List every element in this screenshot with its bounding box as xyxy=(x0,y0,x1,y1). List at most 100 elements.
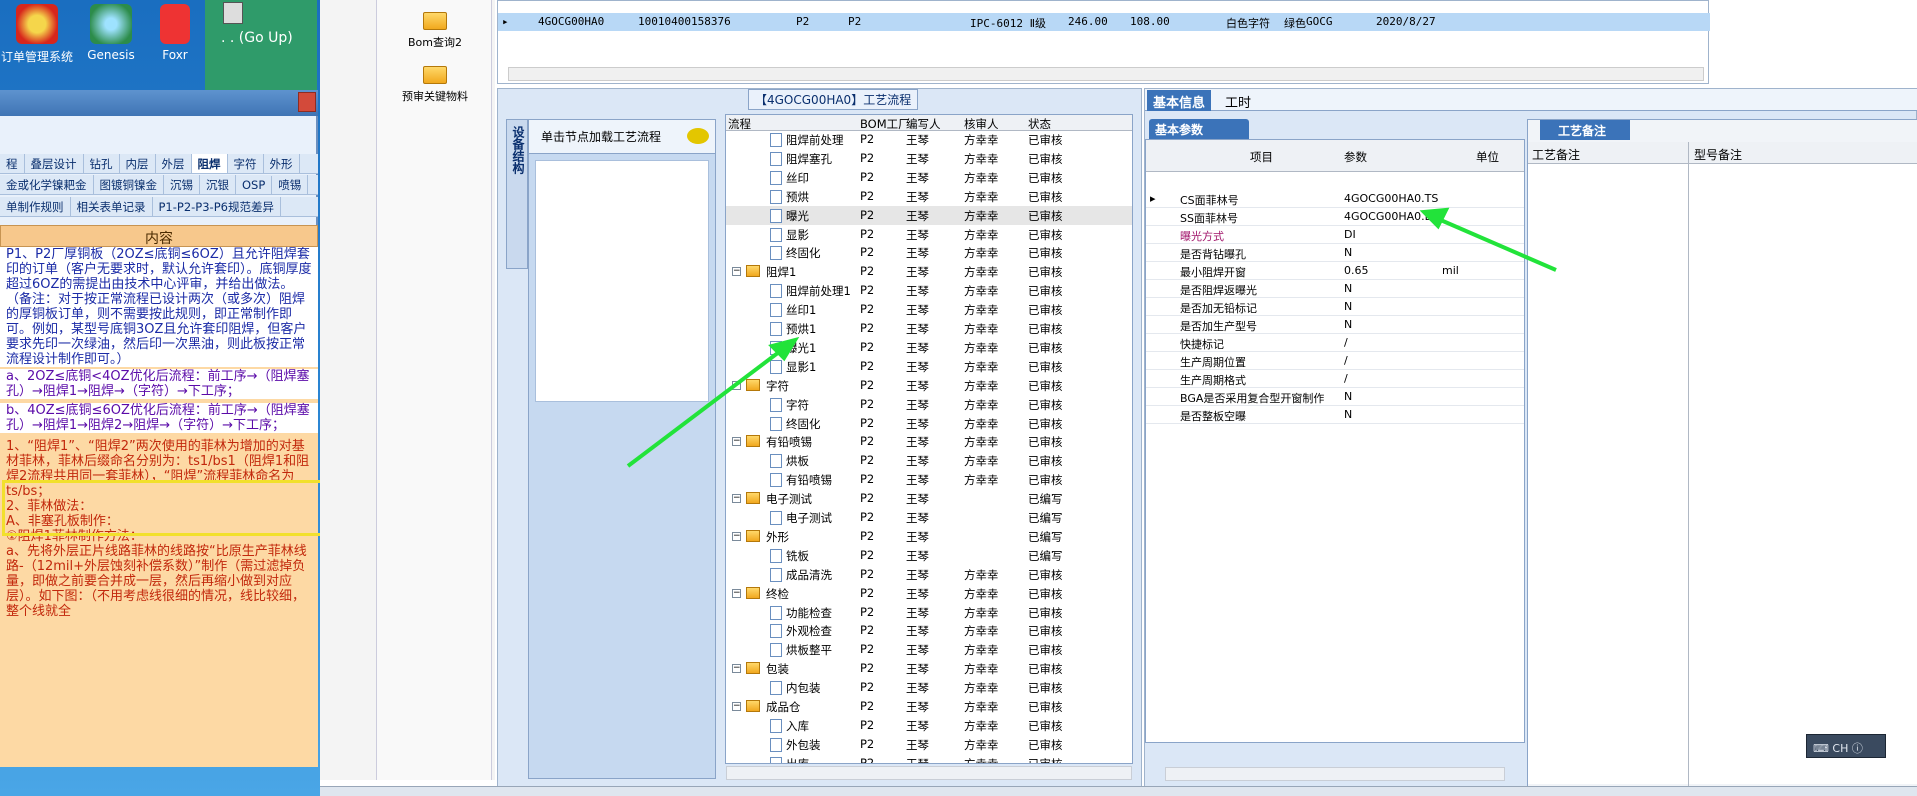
tree-row[interactable]: 预烘1 P2 王琴 方幸幸 已审核 xyxy=(726,319,1132,338)
param-row[interactable]: ▸ CS面菲林号 4GOCG00HA0.TS xyxy=(1146,190,1524,208)
param-row[interactable]: 快捷标记 / xyxy=(1146,334,1524,352)
tab[interactable]: 单制作规则 xyxy=(0,197,71,216)
tab-working-hours[interactable]: 工时 xyxy=(1219,90,1257,111)
tree-row[interactable]: 字符 P2 王琴 方幸幸 已审核 xyxy=(726,395,1132,414)
tree-row[interactable]: − 成品仓 P2 王琴 方幸幸 已审核 xyxy=(726,697,1132,716)
tab[interactable]: 金或化学镍耙金 xyxy=(0,175,94,194)
tab[interactable]: 程 xyxy=(0,154,25,173)
tree-row[interactable]: 电子测试 P2 王琴 已编写 xyxy=(726,508,1132,527)
cell: 白色字符 xyxy=(1226,17,1270,30)
desktop-icon-order-system[interactable]: 订单管理系统 xyxy=(0,0,74,72)
tab-solder-mask[interactable]: 阻焊 xyxy=(191,154,228,173)
tree-row[interactable]: 烘板整平 P2 王琴 方幸幸 已审核 xyxy=(726,640,1132,659)
tree-row[interactable]: 曝光1 P2 王琴 方幸幸 已审核 xyxy=(726,338,1132,357)
tree-row[interactable]: 阻焊前处理1 P2 王琴 方幸幸 已审核 xyxy=(726,281,1132,300)
collapse-icon[interactable]: − xyxy=(732,437,741,447)
tree-row[interactable]: 终固化 P2 王琴 方幸幸 已审核 xyxy=(726,243,1132,262)
tree-row[interactable]: 有铅喷锡 P2 王琴 方幸幸 已审核 xyxy=(726,470,1132,489)
tree-row[interactable]: − 终检 P2 王琴 方幸幸 已审核 xyxy=(726,584,1132,603)
bom-factory: P2 xyxy=(860,415,875,430)
section-basic-params[interactable]: 基本参数 xyxy=(1149,119,1249,139)
param-row[interactable]: 是否整板空曝 N xyxy=(1146,406,1524,424)
col-header[interactable]: 工艺备注 xyxy=(1532,146,1580,163)
tab[interactable]: 外形 xyxy=(264,154,300,173)
tree-row[interactable]: − 有铅喷锡 P2 王琴 方幸幸 已审核 xyxy=(726,432,1132,451)
tree-row[interactable]: 内包装 P2 王琴 方幸幸 已审核 xyxy=(726,678,1132,697)
param-row[interactable]: SS面菲林号 4GOCG00HA0.BS xyxy=(1146,208,1524,226)
collapse-icon[interactable]: − xyxy=(732,531,741,541)
tree-row[interactable]: 预烘 P2 王琴 方幸幸 已审核 xyxy=(726,187,1132,206)
close-button[interactable] xyxy=(298,92,316,112)
tree-row[interactable]: 显影 P2 王琴 方幸幸 已审核 xyxy=(726,225,1132,244)
param-row[interactable]: 是否加生产型号 N xyxy=(1146,316,1524,334)
tree-row[interactable]: − 包装 P2 王琴 方幸幸 已审核 xyxy=(726,659,1132,678)
side-link-pre-review[interactable]: 预审关键物料 xyxy=(377,66,493,104)
tree-horizontal-scrollbar[interactable] xyxy=(726,766,1132,780)
collapse-icon[interactable]: − xyxy=(732,588,741,598)
tab[interactable]: 沉锡 xyxy=(164,175,200,194)
param-row[interactable]: 最小阻焊开窗 0.65 mil xyxy=(1146,262,1524,280)
col-header[interactable]: 单位 xyxy=(1476,149,1499,165)
tab[interactable]: 图镀铜镍金 xyxy=(94,175,164,194)
param-row[interactable]: 是否背钻曝孔 N xyxy=(1146,244,1524,262)
param-row[interactable]: 生产周期格式 / xyxy=(1146,370,1524,388)
tree-row[interactable]: 出库 P2 王琴 方幸幸 已审核 xyxy=(726,754,1132,763)
tree-row[interactable]: 显影1 P2 王琴 方幸幸 已审核 xyxy=(726,357,1132,376)
tree-row[interactable]: 外观检查 P2 王琴 方幸幸 已审核 xyxy=(726,621,1132,640)
tree-row[interactable]: 阻焊塞孔 P2 王琴 方幸幸 已审核 xyxy=(726,149,1132,168)
tab-basic-info[interactable]: 基本信息 xyxy=(1147,90,1212,111)
desktop-icon-foxit[interactable]: Foxr xyxy=(150,0,200,72)
tree-row[interactable]: 入库 P2 王琴 方幸幸 已审核 xyxy=(726,716,1132,735)
ime-language-bar[interactable]: ⌨ CH ⓘ xyxy=(1806,734,1886,758)
tab[interactable]: 相关表单记录 xyxy=(71,197,153,216)
tree-row[interactable]: 外包装 P2 王琴 方幸幸 已审核 xyxy=(726,735,1132,754)
tree-row[interactable]: 终固化 P2 王琴 方幸幸 已审核 xyxy=(726,414,1132,433)
tree-row[interactable]: − 电子测试 P2 王琴 已编写 xyxy=(726,489,1132,508)
param-row[interactable]: 曝光方式 DI xyxy=(1146,226,1524,244)
tab[interactable]: 内层 xyxy=(120,154,156,173)
tree-row[interactable]: 成品清洗 P2 王琴 方幸幸 已审核 xyxy=(726,565,1132,584)
tab[interactable]: OSP xyxy=(236,176,273,194)
tree-row[interactable]: − 字符 P2 王琴 方幸幸 已审核 xyxy=(726,376,1132,395)
window-titlebar[interactable] xyxy=(0,90,318,116)
param-row[interactable]: 是否阻焊返曝光 N xyxy=(1146,280,1524,298)
craft-notes-body[interactable] xyxy=(1528,164,1917,784)
collapse-icon[interactable]: − xyxy=(732,494,741,504)
collapse-icon[interactable]: − xyxy=(732,267,741,277)
param-row[interactable]: 是否加无铅标记 N xyxy=(1146,298,1524,316)
collapse-icon[interactable]: − xyxy=(732,380,741,390)
col-header[interactable]: 型号备注 xyxy=(1694,146,1742,163)
params-horizontal-scrollbar[interactable] xyxy=(1165,767,1505,781)
tab[interactable]: 叠层设计 xyxy=(25,154,84,173)
tab[interactable]: P1-P2-P3-P6规范差异 xyxy=(153,197,281,216)
collapse-icon[interactable]: − xyxy=(732,702,741,711)
col-header[interactable]: 项目 xyxy=(1250,149,1273,165)
tab[interactable]: 外层 xyxy=(156,154,192,173)
help-icon[interactable]: ⓘ xyxy=(1852,742,1863,755)
tab[interactable]: 字符 xyxy=(228,154,264,173)
tab-device-structure[interactable]: 设备结构 xyxy=(506,119,528,269)
table-row[interactable]: ▸ 4GOCG00HA0 10010400158376 P2 P2 IPC-60… xyxy=(498,13,1710,31)
tree-row[interactable]: 铣板 P2 王琴 已编写 xyxy=(726,546,1132,565)
tab[interactable]: 沉银 xyxy=(200,175,236,194)
collapse-icon[interactable]: − xyxy=(732,664,741,674)
go-up-folder[interactable]: . . (Go Up) xyxy=(205,0,317,92)
tree-row[interactable]: 功能检查 P2 王琴 方幸幸 已审核 xyxy=(726,603,1132,622)
tree-row[interactable]: 丝印 P2 王琴 方幸幸 已审核 xyxy=(726,168,1132,187)
tab[interactable]: 喷锡 xyxy=(272,175,309,194)
param-row[interactable]: BGA是否采用复合型开窗制作 N xyxy=(1146,388,1524,406)
tree-row[interactable]: 阻焊前处理 P2 王琴 方幸幸 已审核 xyxy=(726,130,1132,149)
param-row[interactable]: 生产周期位置 / xyxy=(1146,352,1524,370)
tab-craft-notes[interactable]: 工艺备注 xyxy=(1540,120,1630,140)
desktop-icon-genesis[interactable]: Genesis xyxy=(74,0,148,72)
tree-row[interactable]: 烘板 P2 王琴 方幸幸 已审核 xyxy=(726,451,1132,470)
col-header[interactable]: 参数 xyxy=(1344,149,1367,165)
tree-row[interactable]: 丝印1 P2 王琴 方幸幸 已审核 xyxy=(726,300,1132,319)
tab[interactable]: 钻孔 xyxy=(84,154,120,173)
horizontal-scrollbar[interactable] xyxy=(508,67,1704,81)
tree-row[interactable]: − 阻焊1 P2 王琴 方幸幸 已审核 xyxy=(726,262,1132,281)
tree-row[interactable]: − 外形 P2 王琴 已编写 xyxy=(726,527,1132,546)
device-tree-area[interactable] xyxy=(535,160,709,402)
tree-row[interactable]: 曝光 P2 王琴 方幸幸 已审核 xyxy=(726,205,1132,225)
side-link-bom-query[interactable]: Bom查询2 xyxy=(377,12,493,50)
